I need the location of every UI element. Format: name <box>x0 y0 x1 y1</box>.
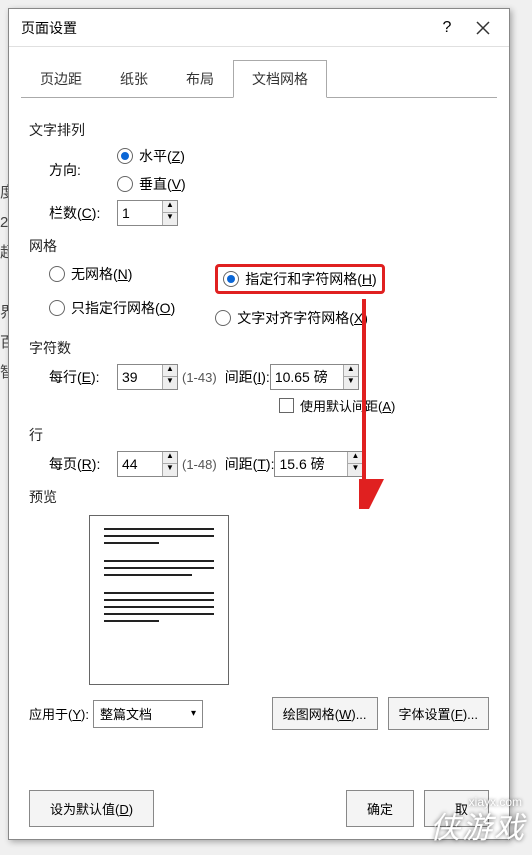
radio-icon <box>215 310 231 326</box>
radio-line-only[interactable]: 只指定行网格(O) <box>49 298 175 318</box>
preview-thumbnail <box>89 515 229 685</box>
tab-strip: 页边距 纸张 布局 文档网格 <box>21 59 497 98</box>
tab-document-grid[interactable]: 文档网格 <box>233 60 327 98</box>
page-setup-dialog: 页面设置 ? 页边距 纸张 布局 文档网格 文字排列 方向: 水平(Z) 垂直(… <box>8 8 510 840</box>
apply-to-value: 整篇文档 <box>100 704 152 723</box>
radio-icon <box>117 148 133 164</box>
background-text: 度2超界百智 <box>0 178 8 388</box>
per-page-spinner[interactable]: ▲▼ <box>117 451 178 477</box>
per-line-spinner[interactable]: ▲▼ <box>117 364 178 390</box>
highlighted-option: 指定行和字符网格(H) <box>215 264 384 294</box>
columns-input[interactable] <box>118 205 162 221</box>
direction-label: 方向: <box>49 160 117 180</box>
char-spacing-spinner[interactable]: ▲▼ <box>270 364 359 390</box>
char-spacing-label: 间距(I): <box>225 367 270 387</box>
radio-line-char-grid[interactable]: 指定行和字符网格(H) <box>223 269 376 289</box>
dialog-footer: 设为默认值(D) 确定 取 <box>29 790 489 827</box>
tab-layout[interactable]: 布局 <box>167 60 233 98</box>
per-page-input[interactable] <box>118 456 162 472</box>
per-page-hint: (1-48) <box>182 457 217 472</box>
draw-grid-button[interactable]: 绘图网格(W)... <box>272 697 378 730</box>
section-lines: 行 <box>29 425 489 445</box>
watermark-brand: 侠游戏 <box>430 803 526 847</box>
columns-spinner[interactable]: ▲▼ <box>117 200 178 226</box>
radio-icon <box>117 176 133 192</box>
spin-down-icon[interactable]: ▼ <box>163 377 177 389</box>
default-spacing-label: 使用默认间距(A) <box>300 396 395 415</box>
radio-vertical-label: 垂直(V) <box>139 174 186 194</box>
radio-vertical[interactable]: 垂直(V) <box>117 174 186 194</box>
tab-paper[interactable]: 纸张 <box>101 60 167 98</box>
radio-horizontal[interactable]: 水平(Z) <box>117 146 186 166</box>
line-spacing-spinner[interactable]: ▲▼ <box>274 451 363 477</box>
radio-icon <box>223 271 239 287</box>
radio-no-grid[interactable]: 无网格(N) <box>49 264 175 284</box>
set-default-button[interactable]: 设为默认值(D) <box>29 790 154 827</box>
columns-label: 栏数(C): <box>49 203 117 223</box>
per-line-input[interactable] <box>118 369 162 385</box>
tab-margins[interactable]: 页边距 <box>21 60 101 98</box>
radio-align-char-label: 文字对齐字符网格(X) <box>237 308 368 328</box>
default-spacing-checkbox[interactable] <box>279 398 294 413</box>
close-button[interactable] <box>465 13 501 43</box>
line-spacing-label: 间距(T): <box>225 454 275 474</box>
ok-button[interactable]: 确定 <box>346 790 414 827</box>
dialog-content: 文字排列 方向: 水平(Z) 垂直(V) 栏数(C): ▲▼ 网格 <box>9 98 509 742</box>
per-page-label: 每页(R): <box>49 454 117 474</box>
char-spacing-input[interactable] <box>271 369 343 385</box>
spin-down-icon[interactable]: ▼ <box>163 464 177 476</box>
line-spacing-input[interactable] <box>275 456 347 472</box>
radio-icon <box>49 266 65 282</box>
titlebar: 页面设置 ? <box>9 9 509 47</box>
apply-to-label: 应用于(Y): <box>29 704 89 723</box>
radio-no-grid-label: 无网格(N) <box>71 264 132 284</box>
spin-down-icon[interactable]: ▼ <box>348 464 362 476</box>
per-line-label: 每行(E): <box>49 367 117 387</box>
radio-align-char-grid[interactable]: 文字对齐字符网格(X) <box>215 308 384 328</box>
spin-down-icon[interactable]: ▼ <box>344 377 358 389</box>
close-icon <box>476 21 490 35</box>
per-line-hint: (1-43) <box>182 370 217 385</box>
section-preview: 预览 <box>29 487 489 507</box>
chevron-down-icon: ▾ <box>191 708 196 719</box>
help-button[interactable]: ? <box>429 13 465 43</box>
section-text-direction: 文字排列 <box>29 120 489 140</box>
radio-line-char-label: 指定行和字符网格(H) <box>245 269 376 289</box>
font-settings-button[interactable]: 字体设置(F)... <box>388 697 489 730</box>
section-chars: 字符数 <box>29 338 489 358</box>
radio-line-only-label: 只指定行网格(O) <box>71 298 175 318</box>
radio-icon <box>49 300 65 316</box>
section-grid: 网格 <box>29 236 489 256</box>
dialog-title: 页面设置 <box>21 18 429 38</box>
apply-to-select[interactable]: 整篇文档 ▾ <box>93 700 203 728</box>
spin-down-icon[interactable]: ▼ <box>163 213 177 225</box>
radio-horizontal-label: 水平(Z) <box>139 146 185 166</box>
